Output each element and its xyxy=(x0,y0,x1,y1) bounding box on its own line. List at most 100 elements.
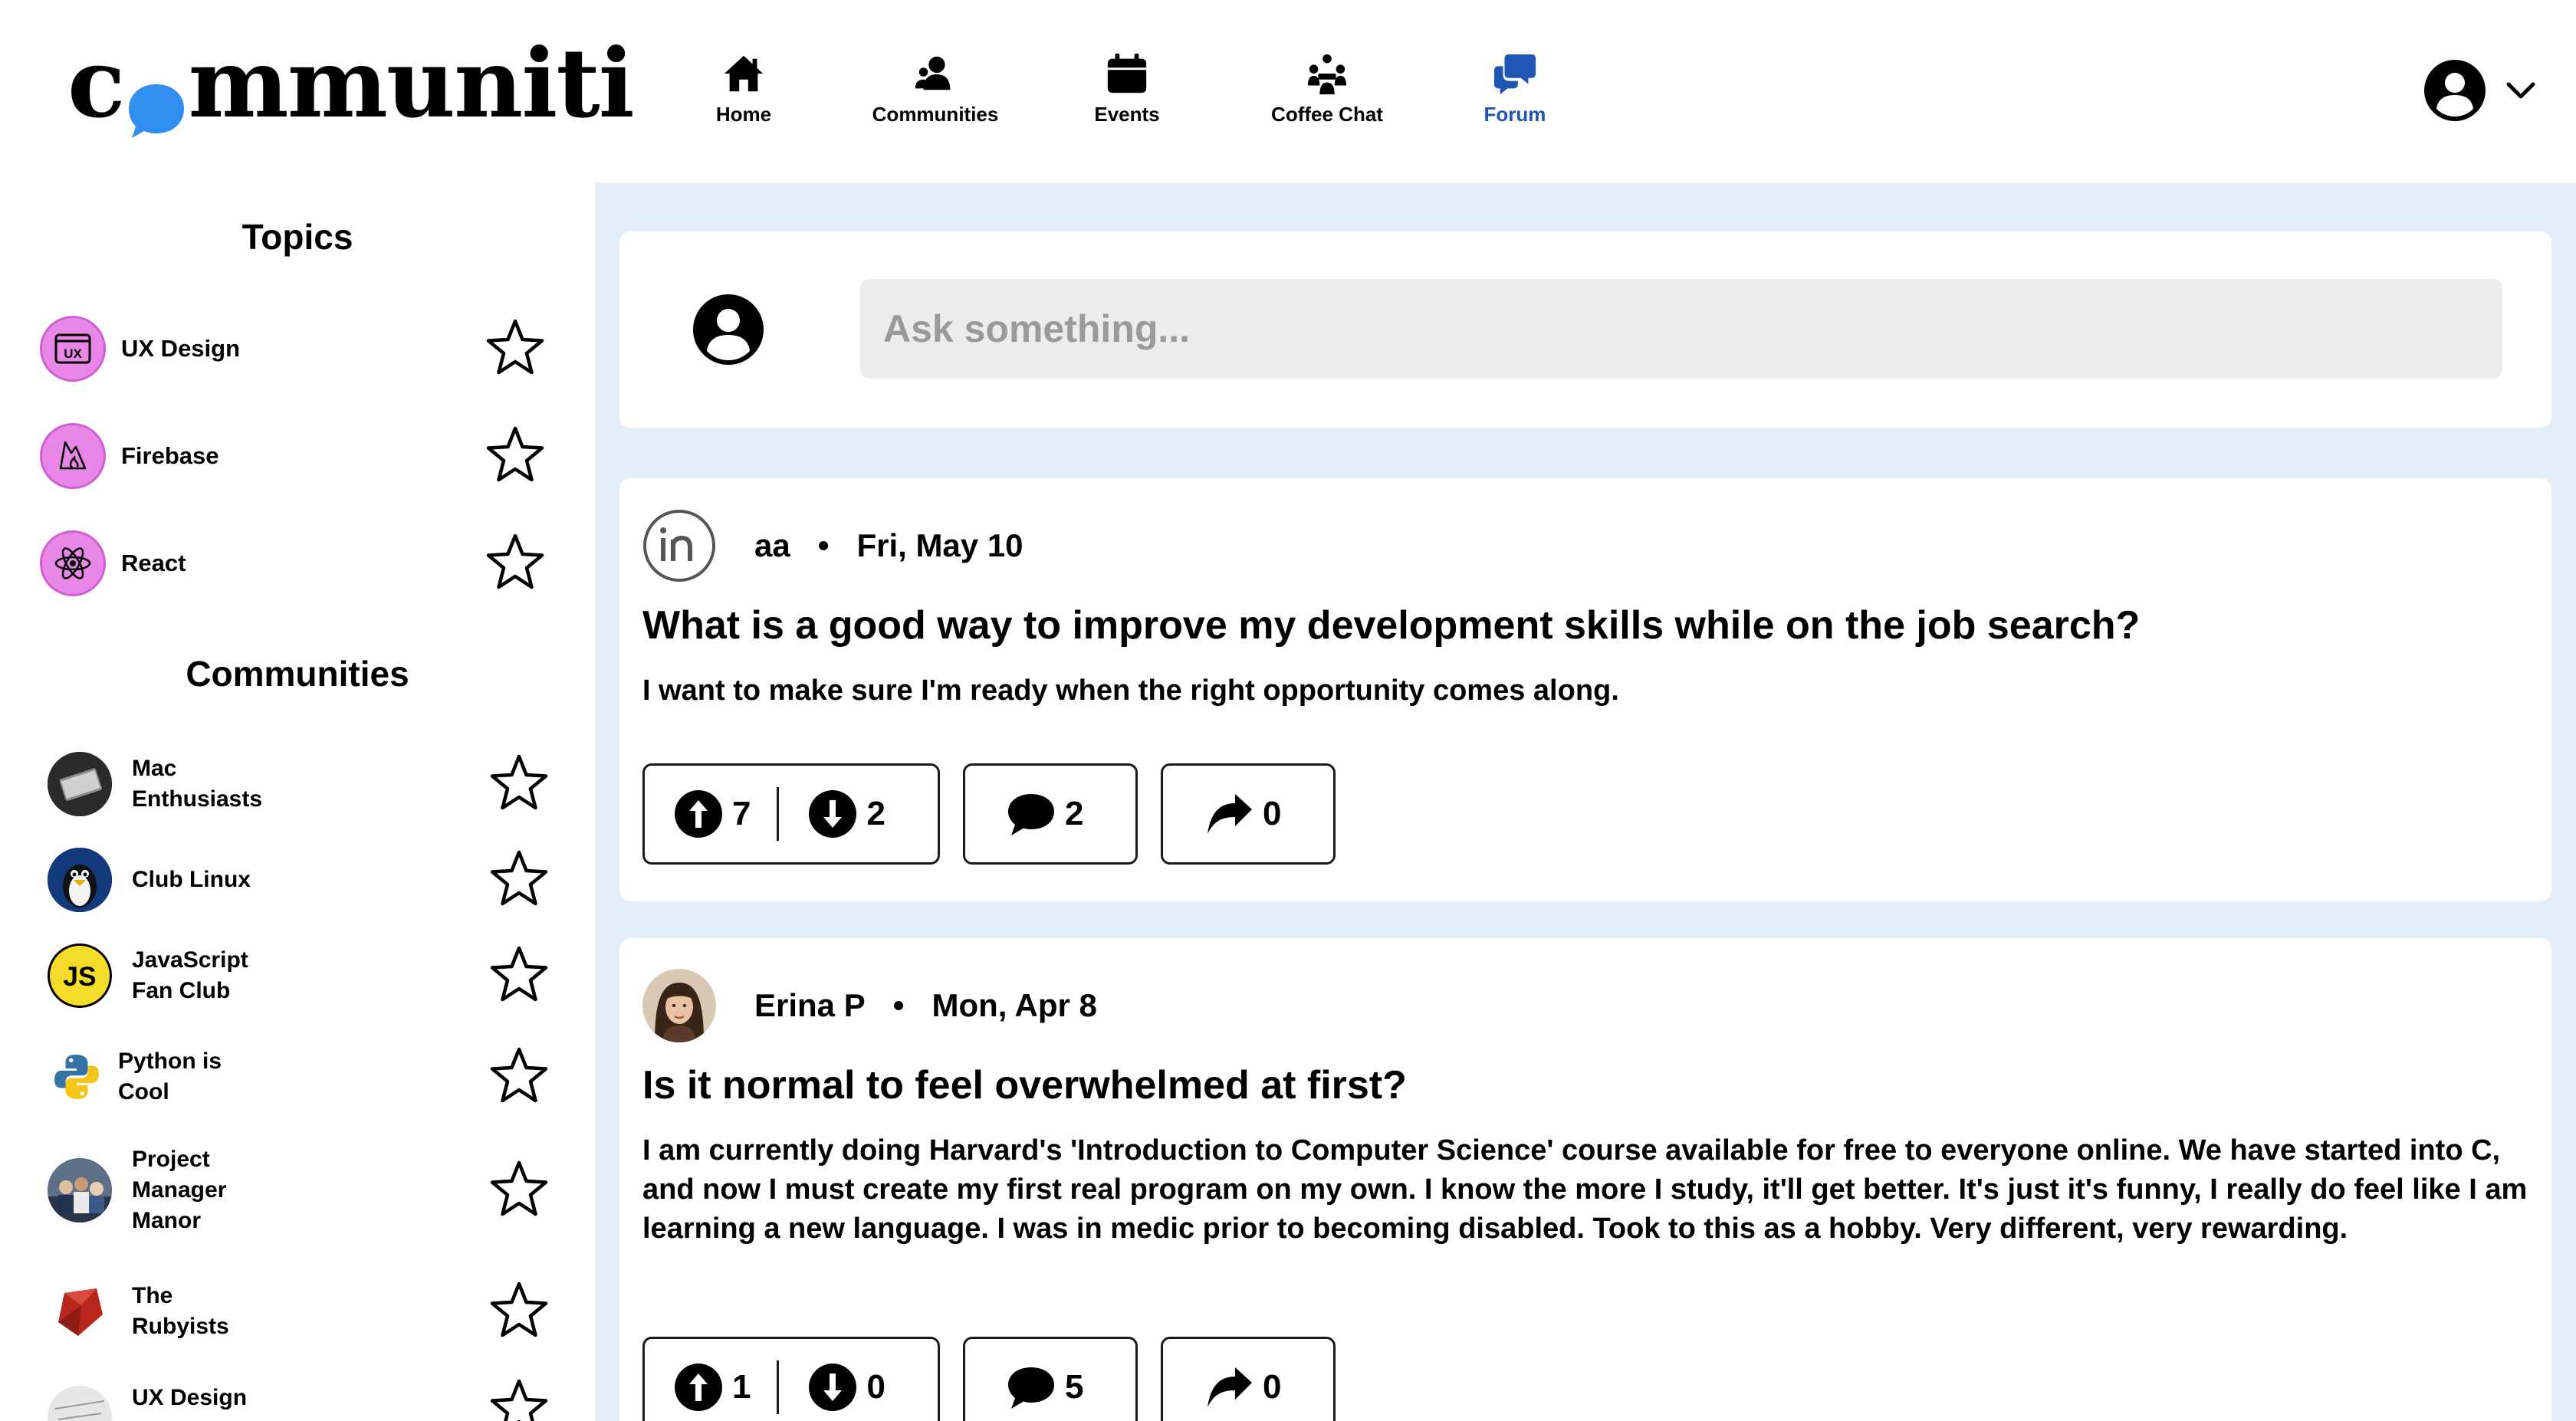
meta-separator: • xyxy=(892,987,905,1023)
star-icon[interactable] xyxy=(485,317,546,382)
star-icon[interactable] xyxy=(488,944,550,1009)
upvote-arrow-icon[interactable] xyxy=(674,789,723,838)
post-date: Mon, Apr 8 xyxy=(932,987,1097,1023)
downvote-count: 0 xyxy=(866,1368,886,1406)
user-avatar-icon[interactable] xyxy=(2423,58,2487,126)
community-item-club-linux[interactable]: Club Linux xyxy=(48,842,554,918)
post-actions: 7 2 2 0 xyxy=(642,763,1359,865)
comment-count: 5 xyxy=(1065,1368,1084,1406)
comment-count: 2 xyxy=(1065,795,1084,832)
sidebar: Topics UX UX Design Firebase React Commu… xyxy=(0,182,595,1421)
calendar-icon xyxy=(1104,51,1150,97)
upvote-count: 1 xyxy=(732,1368,751,1406)
chevron-down-icon[interactable] xyxy=(2487,74,2538,111)
star-icon[interactable] xyxy=(485,531,546,596)
star-icon[interactable] xyxy=(488,752,550,817)
share-arrow-icon xyxy=(1204,1363,1254,1412)
communities-heading: Communities xyxy=(186,654,409,694)
post-title[interactable]: Is it normal to feel overwhelmed at firs… xyxy=(642,1062,1407,1108)
nav-events[interactable]: Events xyxy=(1058,51,1196,127)
ask-composer xyxy=(619,231,2551,428)
forum-feed: aa • Fri, May 10 What is a good way to i… xyxy=(595,182,2576,1421)
vote-divider xyxy=(777,1360,780,1414)
nav-forum[interactable]: Forum xyxy=(1438,51,1592,127)
post-actions: 1 0 5 0 xyxy=(642,1337,1359,1421)
communities-icon xyxy=(912,51,958,97)
post-meta: Erina P • Mon, Apr 8 xyxy=(642,969,1097,1042)
star-icon[interactable] xyxy=(488,1279,550,1344)
topic-label: React xyxy=(121,550,186,576)
author-avatar[interactable] xyxy=(642,509,716,583)
downvote-arrow-icon[interactable] xyxy=(808,789,857,838)
post-meta: aa • Fri, May 10 xyxy=(642,509,1024,583)
nav-communities[interactable]: Communities xyxy=(843,51,1027,127)
meta-separator: • xyxy=(817,527,830,563)
share-button[interactable]: 0 xyxy=(1161,1337,1336,1421)
post-body: I am currently doing Harvard's 'Introduc… xyxy=(642,1134,2528,1245)
svg-text:JS: JS xyxy=(63,962,96,992)
community-item-mac-enthusiasts[interactable]: Mac Enthusiasts xyxy=(48,742,554,826)
vote-control: 1 0 xyxy=(642,1337,940,1421)
community-item-javascript-fan-club[interactable]: JS JavaScript Fan Club xyxy=(48,934,554,1018)
community-item-ux-design[interactable]: UX Design xyxy=(48,1379,554,1421)
home-icon xyxy=(721,51,767,97)
account-menu[interactable] xyxy=(2423,58,2538,126)
nav-forum-label: Forum xyxy=(1484,103,1546,126)
star-icon[interactable] xyxy=(488,848,550,913)
ruby-gem-icon xyxy=(48,1279,112,1344)
ask-input[interactable] xyxy=(860,279,2502,379)
share-count: 0 xyxy=(1263,795,1282,832)
topic-item-firebase[interactable]: Firebase xyxy=(40,422,546,491)
star-icon[interactable] xyxy=(488,1377,550,1421)
share-count: 0 xyxy=(1263,1368,1282,1406)
comment-bubble-icon xyxy=(1007,1363,1056,1412)
laptop-icon xyxy=(48,752,112,816)
team-photo-icon xyxy=(48,1158,112,1222)
post-title[interactable]: What is a good way to improve my develop… xyxy=(642,602,2140,648)
downvote-count: 2 xyxy=(866,795,886,832)
post-author[interactable]: aa xyxy=(754,527,790,564)
comments-button[interactable]: 5 xyxy=(963,1337,1138,1421)
app-logo[interactable]: c mmuniti xyxy=(67,31,635,138)
forum-icon xyxy=(1492,51,1538,97)
star-icon[interactable] xyxy=(488,1045,550,1110)
nav-coffee-chat-label: Coffee Chat xyxy=(1271,103,1383,126)
penguin-icon xyxy=(48,848,112,912)
post-card[interactable]: aa • Fri, May 10 What is a good way to i… xyxy=(619,478,2551,901)
js-logo-icon: JS xyxy=(48,944,112,1008)
comments-button[interactable]: 2 xyxy=(963,763,1138,865)
chat-bubble-logo-icon xyxy=(126,61,187,138)
svg-text:UX: UX xyxy=(64,346,82,361)
share-button[interactable]: 0 xyxy=(1161,763,1336,865)
coffee-chat-icon xyxy=(1304,51,1350,97)
react-icon xyxy=(40,530,106,596)
nav-coffee-chat[interactable]: Coffee Chat xyxy=(1239,51,1415,127)
firebase-icon xyxy=(40,423,106,489)
author-avatar[interactable] xyxy=(642,969,716,1042)
nav-communities-label: Communities xyxy=(872,103,999,126)
community-item-project-manager-manor[interactable]: Project Manager Manor xyxy=(48,1140,554,1240)
upvote-arrow-icon[interactable] xyxy=(674,1363,723,1412)
topic-label: Firebase xyxy=(121,442,219,469)
nav-events-label: Events xyxy=(1094,103,1160,126)
sketch-icon xyxy=(48,1386,112,1421)
nav-home[interactable]: Home xyxy=(675,51,813,127)
topic-item-ux-design[interactable]: UX UX Design xyxy=(40,314,546,383)
post-author[interactable]: Erina P xyxy=(754,987,866,1024)
topic-item-react[interactable]: React xyxy=(40,529,546,598)
post-body: I want to make sure I'm ready when the r… xyxy=(642,674,1619,707)
star-icon[interactable] xyxy=(488,1158,550,1223)
community-item-python-is-cool[interactable]: Python is Cool xyxy=(48,1035,554,1119)
share-arrow-icon xyxy=(1204,789,1254,838)
post-date: Fri, May 10 xyxy=(856,527,1024,563)
nav-home-label: Home xyxy=(715,103,772,126)
post-card[interactable]: Erina P • Mon, Apr 8 Is it normal to fee… xyxy=(619,938,2551,1421)
topics-heading: Topics xyxy=(242,217,353,257)
python-logo-icon xyxy=(48,1045,106,1109)
upvote-count: 7 xyxy=(732,795,751,832)
ux-icon: UX xyxy=(40,316,106,382)
community-item-the-rubyists[interactable]: The Rubyists xyxy=(48,1269,554,1354)
downvote-arrow-icon[interactable] xyxy=(808,1363,857,1412)
top-header: c mmuniti Home Communities Events Coffee … xyxy=(0,0,2576,182)
star-icon[interactable] xyxy=(485,424,546,489)
